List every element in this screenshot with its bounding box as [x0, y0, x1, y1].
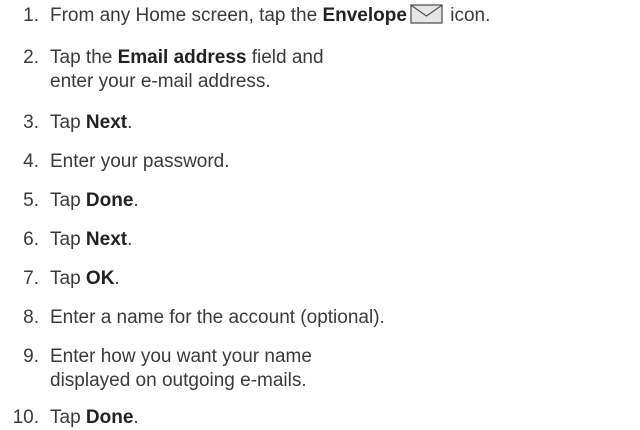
step-text-after: . [127, 229, 133, 250]
step-number: 1. [23, 5, 39, 26]
step-number: 5. [23, 190, 39, 211]
step-number: 7. [23, 268, 39, 289]
step-number: 6. [23, 229, 39, 250]
step-text: From any Home screen, tap the Envelope i… [50, 4, 490, 27]
step-number: 9. [23, 346, 39, 367]
step-bold-term: Done [85, 190, 134, 211]
step-text-before: Tap [50, 229, 86, 250]
step-bold-term: OK [85, 268, 115, 289]
step-number: 3. [23, 112, 39, 133]
step-number: 10. [12, 407, 39, 428]
step-bold-term: Envelope [322, 5, 407, 26]
step-number: 8. [23, 307, 39, 328]
step-text: Tap Done. [50, 189, 139, 212]
step-text-before: Tap [50, 190, 86, 211]
step-text-after: icon. [444, 5, 491, 26]
step-text-after: . [133, 407, 139, 428]
step-bold-term: Next [85, 112, 128, 133]
step-text-before: Tap the [50, 47, 118, 68]
step-text-before: Tap [50, 268, 86, 289]
step-text: Enter how you want your name displayed on… [50, 345, 312, 392]
step-text: Tap Done. [50, 406, 139, 429]
step-text-line2: displayed on outgoing e-mails. [50, 370, 307, 391]
step-text: Tap Next. [50, 228, 132, 251]
step-text-before: From any Home screen, tap the [50, 5, 323, 26]
step-text-after: . [133, 190, 139, 211]
step-text: Tap Next. [50, 111, 132, 134]
step-text: Tap the Email address field and enter you… [50, 46, 324, 93]
step-bold-term: Email address [117, 47, 247, 68]
step-text-after: field and [246, 47, 324, 68]
step-bold-term: Done [85, 407, 134, 428]
step-text-line2: enter your e-mail address. [50, 71, 271, 92]
step-text-after: . [114, 268, 120, 289]
step-number: 4. [23, 151, 39, 172]
step-bold-term: Next [85, 229, 128, 250]
step-text-before: Enter how you want your name [50, 346, 312, 367]
step-text-before: Tap [50, 112, 86, 133]
step-text: Enter your password. [50, 151, 230, 172]
envelope-icon [410, 4, 443, 24]
step-number: 2. [23, 47, 39, 68]
step-text-after: . [127, 112, 133, 133]
step-text-before: Tap [50, 407, 86, 428]
step-text: Enter a name for the account (optional). [50, 307, 385, 328]
step-text: Tap OK. [50, 267, 120, 290]
